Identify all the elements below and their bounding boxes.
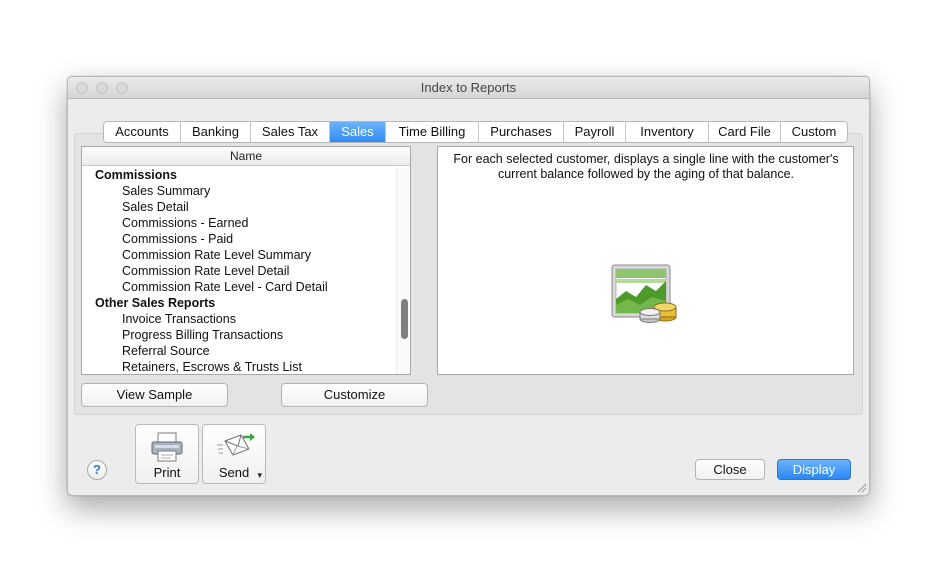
report-group[interactable]: Commissions	[82, 167, 410, 183]
report-list-body: Commissions Sales Summary Sales Detail Comm…	[82, 167, 410, 374]
tab-custom[interactable]: Custom	[781, 122, 847, 142]
report-item[interactable]: Invoice Transactions	[82, 311, 410, 327]
report-item[interactable]: Progress Billing Transactions	[82, 327, 410, 343]
tab-inventory[interactable]: Inventory	[626, 122, 709, 142]
tab-accounts[interactable]: Accounts	[104, 122, 181, 142]
send-button[interactable]: Send ▾	[202, 424, 266, 484]
report-description: For each selected customer, displays a s…	[453, 152, 839, 181]
report-item[interactable]: Commission Rate Level - Card Detail	[82, 279, 410, 295]
print-label: Print	[153, 465, 181, 480]
report-item[interactable]: Sales Detail	[82, 199, 410, 215]
display-button[interactable]: Display	[777, 459, 851, 480]
tab-time-billing[interactable]: Time Billing	[386, 122, 479, 142]
report-item[interactable]: Commissions - Paid	[82, 231, 410, 247]
close-button[interactable]: Close	[695, 459, 765, 480]
report-chart-icon	[611, 264, 677, 323]
help-button[interactable]: ?	[87, 460, 107, 480]
minimize-window-icon[interactable]	[96, 82, 108, 94]
send-mail-icon	[217, 433, 255, 456]
resize-grip-icon[interactable]	[855, 481, 867, 493]
printer-icon	[151, 432, 183, 462]
customize-button[interactable]: Customize	[281, 383, 428, 407]
index-to-reports-window: Index to Reports Accounts Banking Sales Ta…	[67, 76, 870, 496]
view-sample-button[interactable]: View Sample	[81, 383, 228, 407]
scrollbar-thumb[interactable]	[401, 299, 408, 339]
report-item[interactable]: Sales Summary	[82, 183, 410, 199]
report-item[interactable]: Commissions - Earned	[82, 215, 410, 231]
print-button[interactable]: Print	[135, 424, 199, 484]
zoom-window-icon[interactable]	[116, 82, 128, 94]
send-label: Send	[218, 465, 250, 480]
report-item[interactable]: Commission Rate Level Detail	[82, 263, 410, 279]
title-bar[interactable]: Index to Reports	[68, 77, 869, 99]
report-group[interactable]: Other Sales Reports	[82, 295, 410, 311]
report-list-scrollbar[interactable]	[396, 167, 410, 374]
report-item[interactable]: Referral Source	[82, 343, 410, 359]
tab-card-file[interactable]: Card File	[709, 122, 781, 142]
tab-sales[interactable]: Sales	[330, 122, 386, 142]
report-list: Name Commissions Sales Summary Sales Detai…	[81, 146, 411, 375]
report-category-tabs: Accounts Banking Sales Tax Sales Time Billin…	[103, 121, 848, 143]
tab-banking[interactable]: Banking	[181, 122, 251, 142]
tab-payroll[interactable]: Payroll	[564, 122, 626, 142]
report-item[interactable]: Retainers, Escrows & Trusts List	[82, 359, 410, 374]
list-header-name[interactable]: Name	[82, 147, 410, 166]
report-item[interactable]: Commission Rate Level Summary	[82, 247, 410, 263]
window-title: Index to Reports	[420, 80, 517, 95]
report-description-panel: For each selected customer, displays a s…	[437, 146, 854, 375]
tab-purchases[interactable]: Purchases	[479, 122, 564, 142]
send-dropdown-icon[interactable]: ▾	[257, 470, 262, 481]
tab-sales-tax[interactable]: Sales Tax	[251, 122, 330, 142]
close-window-icon[interactable]	[76, 82, 88, 94]
